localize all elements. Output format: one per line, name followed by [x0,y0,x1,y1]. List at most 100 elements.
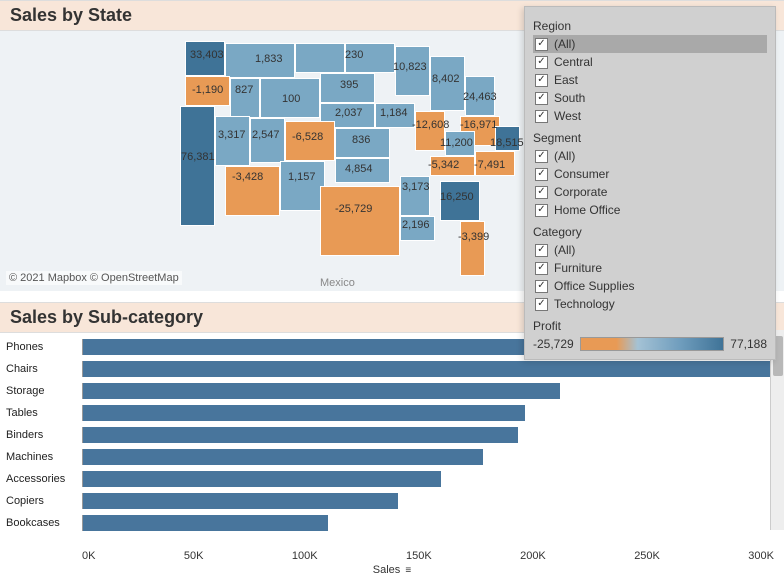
profit-legend: -25,729 77,188 [533,337,767,351]
map-label-mexico: Mexico [320,277,355,289]
state-value: 76,381 [181,151,215,163]
filter-panel: Region ✓(All)✓Central✓East✓South✓West Se… [524,6,776,360]
filter-item-category[interactable]: ✓ (All) [533,241,767,259]
filter-heading-segment: Segment [533,131,767,145]
bar-label: Chairs [0,363,82,375]
filter-item-category[interactable]: ✓Office Supplies [533,277,767,295]
checkbox-icon[interactable]: ✓ [535,168,548,181]
state-value: 2,547 [252,129,280,141]
state-value: 2,196 [402,219,430,231]
bar-row[interactable]: Accessories [0,469,784,489]
bar-track [82,493,784,509]
checkbox-icon[interactable]: ✓ [535,110,548,123]
filter-item-segment[interactable]: ✓ Home Office [533,201,767,219]
state-value: 16,250 [440,191,474,203]
filter-item-label: (All) [554,243,575,257]
state-value: 836 [352,134,370,146]
bar-label: Accessories [0,473,82,485]
sort-icon[interactable]: ≡ [405,565,411,576]
checkbox-icon[interactable]: ✓ [535,262,548,275]
profit-min: -25,729 [533,337,574,351]
profit-legend-bar[interactable] [580,337,725,351]
filter-item-segment[interactable]: ✓ Corporate [533,183,767,201]
filter-item-segment[interactable]: ✓Consumer [533,165,767,183]
bar-label: Binders [0,429,82,441]
bar-track [82,405,784,421]
bar-track [82,361,784,377]
filter-item-region[interactable]: ✓South [533,89,767,107]
state-value: -7,491 [474,159,505,171]
bar-fill [83,493,398,509]
bar-fill [83,427,518,443]
bar-label: Machines [0,451,82,463]
bar-row[interactable]: Storage [0,381,784,401]
x-axis-label: Sales [373,564,401,576]
x-axis: 0K50K100K150K200K250K300K [0,550,784,562]
state-value: 1,184 [380,107,408,119]
state-value: 8,402 [432,73,460,85]
bars-area: PhonesChairsStorageTablesBindersMachines… [0,333,784,548]
bar-row[interactable]: Bookcases [0,513,784,533]
state-value: 18,515 [490,137,524,149]
checkbox-icon[interactable]: ✓ [535,244,548,257]
state-value: -5,342 [428,159,459,171]
bar-row[interactable]: Binders [0,425,784,445]
filter-item-category[interactable]: ✓ Technology [533,295,767,313]
state-value: 2,037 [335,107,363,119]
state-value: 827 [235,84,253,96]
state-value: -25,729 [335,203,372,215]
state-value: 10,823 [393,61,427,73]
checkbox-icon[interactable]: ✓ [535,74,548,87]
bar-row[interactable]: Copiers [0,491,784,511]
filter-heading-category: Category [533,225,767,239]
state-value: -12,608 [412,119,449,131]
bar-label: Storage [0,385,82,397]
filter-item-label: (All) [554,37,575,51]
state-value: 33,403 [190,49,224,61]
filter-item-region[interactable]: ✓ (All) [533,35,767,53]
bar-label: Copiers [0,495,82,507]
filter-item-label: Corporate [554,185,607,199]
state-value: -1,190 [192,84,223,96]
checkbox-icon[interactable]: ✓ [535,280,548,293]
filter-item-category[interactable]: ✓ Furniture [533,259,767,277]
axis-tick: 100K [292,550,318,562]
checkbox-icon[interactable]: ✓ [535,186,548,199]
filter-item-region[interactable]: ✓ Central [533,53,767,71]
bar-fill [83,515,328,531]
filter-item-label: Furniture [554,261,602,275]
filter-item-label: Home Office [554,203,620,217]
axis-tick: 0K [82,550,95,562]
axis-tick: 200K [520,550,546,562]
bar-row[interactable]: Machines [0,447,784,467]
bar-fill [83,449,483,465]
filter-heading-region: Region [533,19,767,33]
axis-tick: 50K [184,550,204,562]
state-value: 395 [340,79,358,91]
checkbox-icon[interactable]: ✓ [535,56,548,69]
filter-item-label: Central [554,55,593,69]
state-value: 4,854 [345,163,373,175]
axis-tick: 250K [634,550,660,562]
state-value: 1,833 [255,53,283,65]
bar-row[interactable]: Chairs [0,359,784,379]
filter-item-region[interactable]: ✓East [533,71,767,89]
state-value: 11,200 [440,137,473,149]
bar-track [82,427,784,443]
checkbox-icon[interactable]: ✓ [535,92,548,105]
filter-item-label: Technology [554,297,615,311]
checkbox-icon[interactable]: ✓ [535,150,548,163]
bar-row[interactable]: Tables [0,403,784,423]
bar-label: Bookcases [0,517,82,529]
filter-item-region[interactable]: ✓West [533,107,767,125]
filter-item-segment[interactable]: ✓(All) [533,147,767,165]
checkbox-icon[interactable]: ✓ [535,298,548,311]
bar-fill [83,383,560,399]
axis-tick: 150K [406,550,432,562]
scrollbar[interactable] [770,330,784,530]
bar-fill [83,405,525,421]
state-value: 3,173 [402,181,430,193]
state-value: 3,317 [218,129,246,141]
checkbox-icon[interactable]: ✓ [535,38,548,51]
checkbox-icon[interactable]: ✓ [535,204,548,217]
